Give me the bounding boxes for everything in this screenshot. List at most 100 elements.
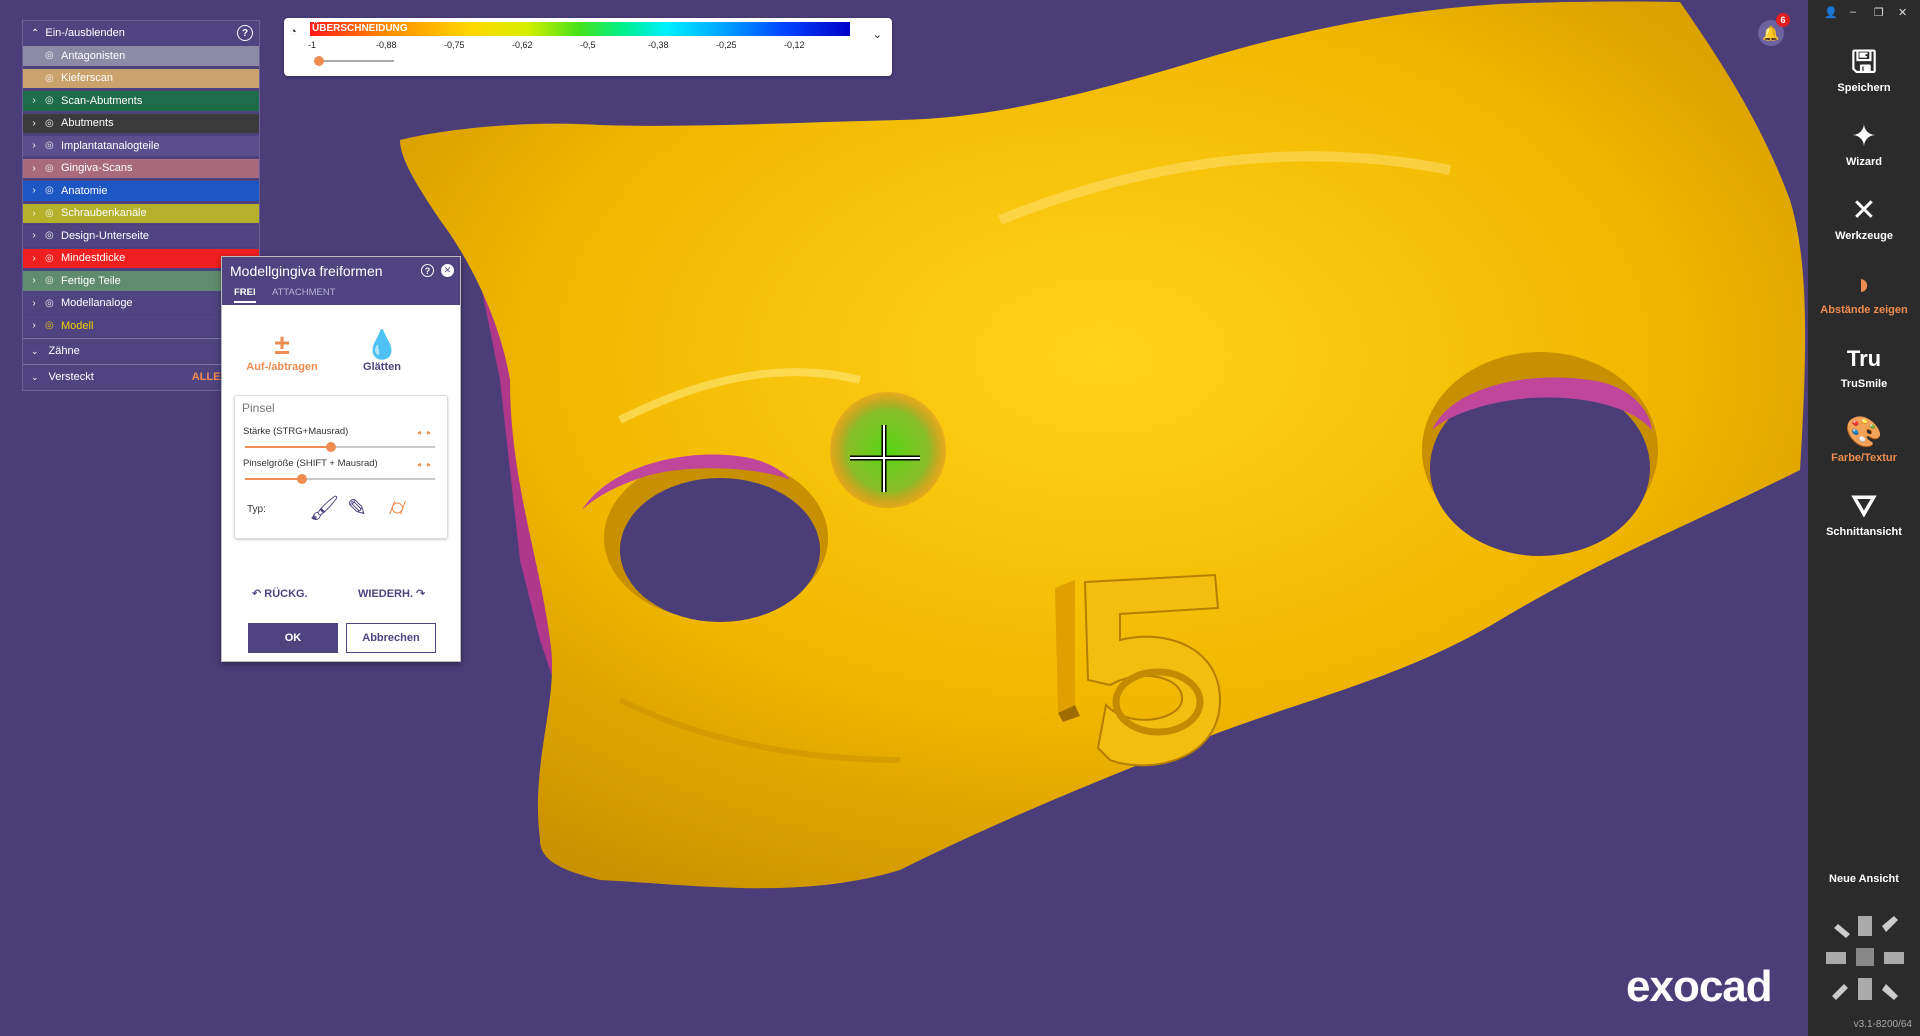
help-icon[interactable]: ? — [421, 264, 434, 277]
visibility-item[interactable]: › ◎ Design-Unterseite — [23, 225, 259, 248]
chevron-right-icon[interactable]: › — [23, 208, 45, 219]
toolbar-save-button[interactable]: 🖫 Speichern — [1808, 44, 1920, 94]
toolbar-palette-button[interactable]: 🎨 Farbe/Textur — [1808, 414, 1920, 464]
eye-icon[interactable]: ◎ — [45, 185, 61, 196]
scale-slider-knob[interactable] — [314, 56, 324, 66]
visibility-item-label: Abutments — [61, 117, 114, 130]
eye-icon[interactable]: ◎ — [45, 230, 61, 241]
dialog-header: Modellgingiva freiformen ? ✕ FREI ATTACH… — [222, 257, 460, 305]
toolbar-distance-button[interactable]: ◗ Abstände zeigen — [1808, 266, 1920, 316]
visibility-item[interactable]: › ◎ Abutments — [23, 113, 259, 135]
undo-icon: ↶ — [252, 588, 265, 600]
eye-icon[interactable]: ◎ — [45, 298, 61, 309]
chevron-right-icon[interactable]: › — [23, 118, 45, 129]
chevron-down-icon[interactable]: ⌄ — [873, 28, 882, 41]
visibility-item[interactable]: › ◎ Schraubenkanäle — [23, 203, 259, 225]
chevron-right-icon[interactable]: › — [23, 140, 45, 151]
add-remove-label: Auf-/abtragen — [246, 361, 318, 373]
tools-icon: ✕ — [1851, 194, 1877, 227]
eye-icon[interactable]: ◎ — [45, 95, 61, 106]
new-view-label: Neue Ansicht — [1829, 873, 1899, 885]
toolbar-trusmile-button[interactable]: Tru TruSmile — [1808, 340, 1920, 390]
cylinder-icon[interactable]: ⌭ — [389, 494, 406, 522]
strength-slider[interactable] — [245, 442, 435, 452]
brush-size-slider[interactable] — [245, 474, 435, 484]
brush-size-arrows-icon[interactable]: ◂▸ — [417, 460, 437, 469]
visibility-item[interactable]: › ◎ Implantatanalogteile — [23, 135, 259, 158]
toolbar-wand-button[interactable]: ✦ Wizard — [1808, 118, 1920, 168]
type-label: Typ: — [247, 504, 266, 515]
brush-size-slider-fill — [245, 478, 302, 480]
eye-icon[interactable]: ◎ — [45, 50, 61, 61]
distance-icon: ◗ — [1854, 268, 1874, 301]
visibility-item[interactable]: ◎ Antagonisten — [23, 45, 259, 68]
user-icon[interactable]: 👤 — [1824, 6, 1838, 19]
eye-icon[interactable]: ◎ — [45, 253, 61, 264]
toolbar-label: Abstände zeigen — [1820, 304, 1908, 316]
visibility-item[interactable]: › ◎ Anatomie — [23, 180, 259, 203]
brush-size-label: Pinselgröße (SHIFT + Mausrad) — [243, 458, 378, 469]
close-icon[interactable]: ✕ — [1898, 6, 1907, 19]
strength-slider-fill — [245, 446, 331, 448]
scale-label: ÜBERSCHNEIDUNG — [312, 23, 408, 34]
chevron-right-icon[interactable]: › — [23, 320, 45, 331]
toolbar-label: Wizard — [1846, 156, 1882, 168]
chevron-right-icon[interactable]: › — [23, 95, 45, 106]
ok-button[interactable]: OK — [248, 623, 338, 653]
visibility-item[interactable]: › ◎ Scan-Abutments — [23, 90, 259, 113]
eye-icon[interactable]: ◎ — [45, 163, 61, 174]
chevron-right-icon[interactable]: › — [23, 163, 45, 174]
toolbar-section-button[interactable]: ⛛ Schnittansicht — [1808, 488, 1920, 538]
collapse-chevron-icon[interactable]: ⌃ — [31, 28, 39, 39]
trusmile-icon: Tru — [1846, 346, 1882, 371]
toolbar-tools-button[interactable]: ✕ Werkzeuge — [1808, 192, 1920, 242]
eye-icon[interactable]: ◎ — [45, 275, 61, 286]
chevron-right-icon[interactable]: › — [23, 253, 45, 264]
chevron-right-icon[interactable]: › — [23, 230, 45, 241]
chevron-right-icon[interactable]: › — [23, 185, 45, 196]
tab-attachment[interactable]: ATTACHMENT — [272, 287, 336, 298]
tab-frei[interactable]: FREI — [234, 287, 256, 303]
eye-icon[interactable]: ◎ — [45, 320, 61, 331]
visibility-panel-title: Ein-/ausblenden — [45, 27, 125, 39]
visibility-panel-header[interactable]: ⌃ Ein-/ausblenden ? — [23, 21, 259, 45]
gauge-icon[interactable]: ◔ — [290, 26, 304, 40]
help-icon[interactable]: ? — [237, 25, 253, 41]
restore-icon[interactable]: ❐ — [1874, 6, 1884, 19]
toolbar-label: TruSmile — [1840, 378, 1888, 390]
scale-tick: -0,62 — [512, 40, 533, 50]
scale-tick: -0,38 — [648, 40, 669, 50]
undo-button[interactable]: ↶ RÜCKG. — [252, 587, 308, 600]
eye-icon[interactable]: ◎ — [45, 73, 61, 84]
smooth-label: Glätten — [363, 361, 401, 373]
brush-fine-icon[interactable]: ✎ — [347, 494, 367, 523]
view-cube-icon[interactable] — [1820, 908, 1910, 1008]
visibility-item-label: Antagonisten — [61, 49, 126, 62]
visibility-item-label: Fertige Teile — [61, 274, 121, 287]
scale-slider[interactable] — [314, 56, 394, 66]
chevron-right-icon[interactable]: › — [23, 298, 45, 309]
cancel-button[interactable]: Abbrechen — [346, 623, 436, 653]
smooth-tool-button[interactable]: 💧 Glätten — [352, 329, 412, 373]
minimize-icon[interactable]: – — [1850, 6, 1856, 18]
brush-size-slider-knob[interactable] — [297, 474, 307, 484]
save-icon: 🖫 — [1851, 46, 1877, 79]
visibility-item-label: Modellanaloge — [61, 297, 133, 310]
visibility-item[interactable]: ◎ Kieferscan — [23, 68, 259, 90]
eye-icon[interactable]: ◎ — [45, 140, 61, 151]
exocad-logo: exocad — [1626, 962, 1773, 1011]
redo-button[interactable]: WIEDERH. ↷ — [358, 587, 425, 600]
eye-icon[interactable]: ◎ — [45, 208, 61, 219]
close-icon[interactable]: ✕ — [441, 264, 454, 277]
section-zaehne-label: Zähne — [48, 345, 80, 357]
add-remove-tool-button[interactable]: ± Auf-/abtragen — [242, 329, 322, 373]
toolbar-label: Werkzeuge — [1835, 230, 1893, 242]
brush-flat-icon[interactable]: 🖌 — [309, 494, 339, 523]
strength-arrows-icon[interactable]: ◂▸ — [417, 428, 437, 437]
eye-icon[interactable]: ◎ — [45, 118, 61, 129]
brush-panel-title: Pinsel — [242, 401, 275, 415]
strength-slider-knob[interactable] — [325, 442, 336, 452]
brush-cursor — [830, 392, 946, 508]
chevron-right-icon[interactable]: › — [23, 275, 45, 286]
visibility-item[interactable]: › ◎ Gingiva-Scans — [23, 158, 259, 180]
